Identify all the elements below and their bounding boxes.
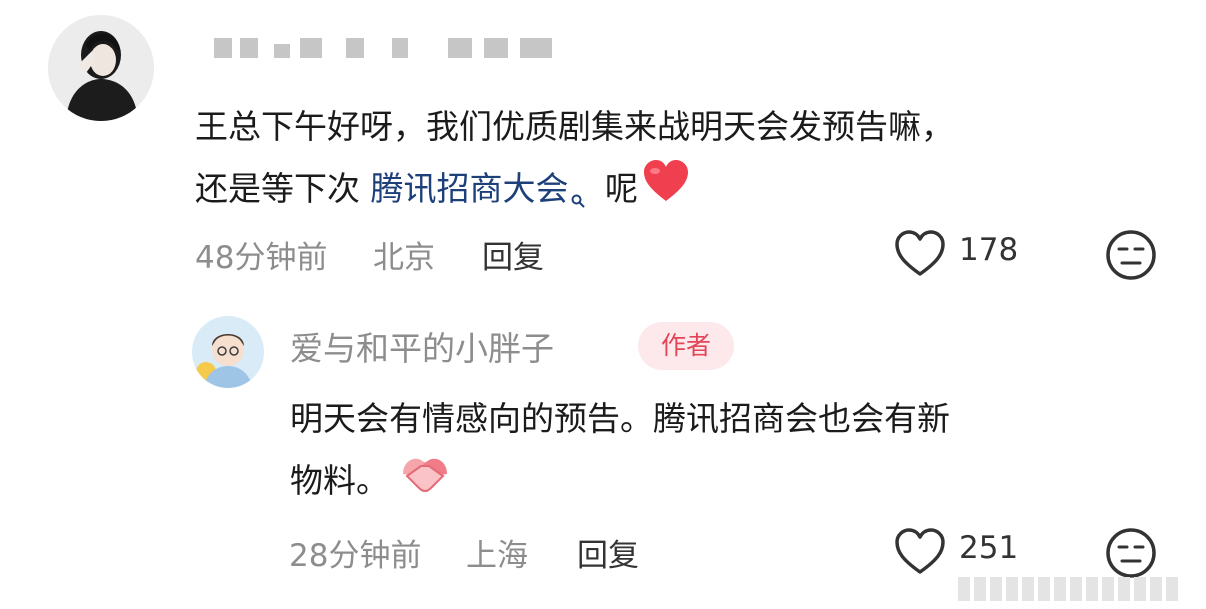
reply-location: 上海 xyxy=(466,538,528,574)
like-count: 178 xyxy=(959,232,1019,268)
meh-face-icon[interactable] xyxy=(1104,228,1158,286)
author-badge: 作者 xyxy=(638,322,734,370)
heart-outline-icon[interactable] xyxy=(893,229,947,283)
reply-text-segment: 物料。 xyxy=(290,461,389,500)
red-heart-emoji xyxy=(642,159,690,223)
reply-time: 28分钟前 xyxy=(289,538,422,574)
reply-text-line2: 物料。 xyxy=(290,450,950,514)
comment-time: 48分钟前 xyxy=(195,240,328,276)
author-avatar[interactable] xyxy=(192,316,264,388)
comment-text-line1: 王总下午好呀，我们优质剧集来战明天会发预告嘛， xyxy=(195,107,954,146)
commenter-avatar[interactable] xyxy=(48,15,154,121)
comment-text: 王总下午好呀，我们优质剧集来战明天会发预告嘛， 还是等下次 腾讯招商大会 呢 xyxy=(195,96,954,228)
commenter-username-blurred xyxy=(196,30,576,66)
reply-like-count: 251 xyxy=(959,530,1019,566)
search-icon[interactable] xyxy=(571,166,585,228)
heart-outline-icon[interactable] xyxy=(893,527,947,581)
reply-to-reply-button[interactable]: 回复 xyxy=(577,530,639,575)
comment-text-segment: 呢 xyxy=(594,169,638,208)
watermark xyxy=(958,577,1198,603)
author-username[interactable]: 爱与和平的小胖子 xyxy=(290,322,554,370)
comment-text-line2: 还是等下次 腾讯招商大会 呢 xyxy=(195,158,954,228)
reply-button[interactable]: 回复 xyxy=(482,232,544,277)
comment-location: 北京 xyxy=(373,240,435,276)
reply-text-line1: 明天会有情感向的预告。腾讯招商会也会有新 xyxy=(290,399,950,438)
handshake-emoji xyxy=(397,452,453,514)
comment-text-segment: 还是等下次 xyxy=(195,169,371,208)
reply-text: 明天会有情感向的预告。腾讯招商会也会有新 物料。 xyxy=(290,388,950,514)
hashtag-link[interactable]: 腾讯招商大会 xyxy=(371,169,569,208)
meh-face-icon[interactable] xyxy=(1104,526,1158,584)
